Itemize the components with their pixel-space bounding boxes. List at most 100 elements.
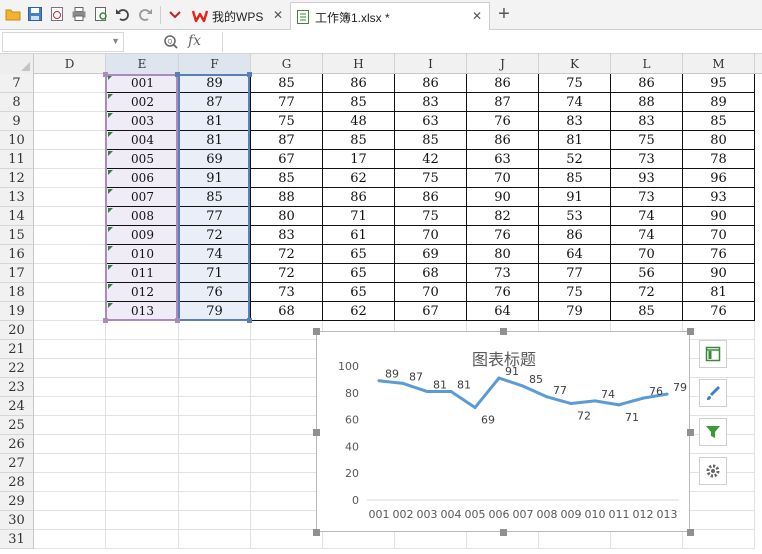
cell-g[interactable] — [251, 511, 323, 530]
cell-l[interactable]: 74 — [611, 207, 683, 226]
cell-g[interactable]: 87 — [251, 131, 323, 150]
cell-j[interactable]: 82 — [467, 207, 539, 226]
cell-l[interactable]: 56 — [611, 264, 683, 283]
cell-d[interactable] — [34, 245, 106, 264]
cell-d[interactable] — [34, 188, 106, 207]
cell-f[interactable]: 81 — [179, 131, 251, 150]
cell-m[interactable]: 85 — [683, 112, 755, 131]
cell-e[interactable] — [106, 435, 179, 454]
formula-input[interactable] — [222, 32, 760, 52]
row-header[interactable]: 27 — [0, 454, 33, 473]
row-header[interactable]: 15 — [0, 226, 33, 245]
cell-e[interactable]: 006 — [106, 169, 179, 188]
cell-f[interactable]: 76 — [179, 283, 251, 302]
cell-m[interactable]: 90 — [683, 207, 755, 226]
cell-d[interactable] — [34, 378, 106, 397]
cell-g[interactable] — [251, 454, 323, 473]
cell-m[interactable]: 95 — [683, 74, 755, 93]
cell-e[interactable]: 005 — [106, 150, 179, 169]
cell-j[interactable]: 70 — [467, 169, 539, 188]
tab-workbook[interactable]: 工作簿1.xlsx * ✕ — [290, 2, 490, 32]
print-icon[interactable] — [71, 6, 87, 22]
cell-g[interactable] — [251, 397, 323, 416]
cell-f[interactable] — [179, 397, 251, 416]
cell-d[interactable] — [34, 416, 106, 435]
cell-j[interactable]: 76 — [467, 283, 539, 302]
column-header-d[interactable]: D — [34, 54, 106, 74]
cell-f[interactable]: 77 — [179, 207, 251, 226]
redo-icon[interactable] — [137, 6, 153, 22]
cell-f[interactable] — [179, 435, 251, 454]
chart-elements-icon[interactable] — [699, 340, 727, 368]
cell-d[interactable] — [34, 226, 106, 245]
data-point[interactable] — [641, 396, 645, 400]
cell-m[interactable]: 89 — [683, 93, 755, 112]
name-box[interactable]: ▼ — [2, 32, 124, 52]
cell-g[interactable]: 85 — [251, 169, 323, 188]
cell-g[interactable] — [251, 473, 323, 492]
row-header[interactable]: 7 — [0, 74, 33, 93]
column-header-g[interactable]: G — [251, 54, 323, 74]
row-header[interactable]: 12 — [0, 169, 33, 188]
export-pdf-icon[interactable] — [49, 6, 65, 22]
cell-e[interactable] — [106, 492, 179, 511]
cell-g[interactable] — [251, 378, 323, 397]
row-header[interactable]: 11 — [0, 150, 33, 169]
cell-d[interactable] — [34, 454, 106, 473]
line-chart[interactable]: 图表标题 0 20 40 60 80 100 001 002 003 004 005 006 007 00… — [316, 331, 690, 532]
cell-k[interactable]: 75 — [539, 74, 611, 93]
tab-my-wps[interactable]: 我的WPS ✕ — [190, 2, 290, 30]
chart-resize-handle[interactable] — [687, 529, 694, 536]
cell-g[interactable]: 72 — [251, 264, 323, 283]
cell-h[interactable]: 85 — [323, 93, 395, 112]
open-icon[interactable] — [5, 6, 21, 22]
cell-i[interactable]: 69 — [395, 245, 467, 264]
data-point[interactable] — [449, 389, 453, 393]
cell-i[interactable]: 68 — [395, 264, 467, 283]
cell-g[interactable]: 68 — [251, 302, 323, 321]
select-all-corner[interactable] — [0, 54, 34, 74]
cell-l[interactable]: 72 — [611, 283, 683, 302]
cell-m[interactable] — [683, 511, 755, 530]
cell-l[interactable]: 70 — [611, 245, 683, 264]
cell-h[interactable]: 61 — [323, 226, 395, 245]
cell-l[interactable]: 73 — [611, 150, 683, 169]
cell-d[interactable] — [34, 169, 106, 188]
cell-d[interactable] — [34, 207, 106, 226]
print-preview-icon[interactable] — [93, 6, 109, 22]
data-point[interactable] — [401, 381, 405, 385]
cell-e[interactable]: 008 — [106, 207, 179, 226]
cell-k[interactable]: 74 — [539, 93, 611, 112]
cell-e[interactable] — [106, 511, 179, 530]
data-point[interactable] — [497, 376, 501, 380]
cell-l[interactable]: 73 — [611, 188, 683, 207]
cell-j[interactable]: 87 — [467, 93, 539, 112]
customize-icon[interactable] — [167, 6, 183, 22]
chart-resize-handle[interactable] — [313, 529, 320, 536]
column-header-m[interactable]: M — [683, 54, 755, 74]
cell-e[interactable]: 001 — [106, 74, 179, 93]
cell-h[interactable]: 86 — [323, 74, 395, 93]
row-header[interactable]: 16 — [0, 245, 33, 264]
cell-i[interactable]: 75 — [395, 207, 467, 226]
cell-e[interactable] — [106, 454, 179, 473]
cell-d[interactable] — [34, 264, 106, 283]
cell-f[interactable]: 81 — [179, 112, 251, 131]
cell-h[interactable]: 65 — [323, 264, 395, 283]
cell-i[interactable]: 63 — [395, 112, 467, 131]
cell-l[interactable]: 83 — [611, 112, 683, 131]
cell-j[interactable]: 76 — [467, 226, 539, 245]
cell-l[interactable]: 75 — [611, 131, 683, 150]
data-point[interactable] — [593, 399, 597, 403]
cell-h[interactable]: 62 — [323, 302, 395, 321]
cell-f[interactable]: 69 — [179, 150, 251, 169]
cell-e[interactable] — [106, 416, 179, 435]
column-header-k[interactable]: K — [539, 54, 611, 74]
cell-f[interactable] — [179, 473, 251, 492]
cell-j[interactable]: 76 — [467, 112, 539, 131]
cell-h[interactable]: 71 — [323, 207, 395, 226]
cell-i[interactable]: 75 — [395, 169, 467, 188]
cell-g[interactable]: 85 — [251, 74, 323, 93]
row-header[interactable]: 28 — [0, 473, 33, 492]
cell-j[interactable]: 86 — [467, 131, 539, 150]
